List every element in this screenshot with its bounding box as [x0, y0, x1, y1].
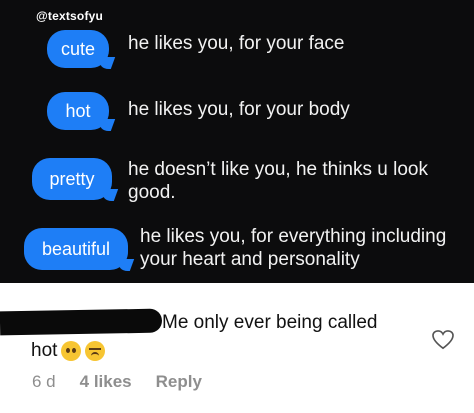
row-text-hot: he likes you, for your body: [128, 99, 350, 120]
bubble-hot: hot: [47, 92, 109, 130]
row-text-cute: he likes you, for your face: [128, 33, 345, 54]
bubble-cute: cute: [47, 30, 109, 68]
comment-timestamp: 6 d: [32, 372, 56, 391]
screenshot-root: @textsofyu cute he likes you, for your f…: [0, 0, 474, 413]
comment-text-line-1: Me only ever being called: [162, 312, 378, 333]
row-text-beautiful: he likes you, for everything including y…: [140, 226, 447, 270]
like-heart-icon[interactable]: [432, 330, 454, 350]
redacted-username: [0, 308, 163, 336]
divider: [0, 283, 474, 293]
crying-face-icon: [61, 341, 82, 361]
comment-text-line-2: hot: [31, 340, 106, 362]
bubble-pretty: pretty: [32, 158, 112, 200]
comment-meta: 6 d 4 likes Reply: [32, 372, 202, 392]
confounded-face-icon: [85, 341, 106, 361]
bubble-beautiful: beautiful: [24, 228, 128, 270]
comment-hot-text: hot: [31, 340, 58, 361]
watermark: @textsofyu: [36, 9, 104, 23]
comment-likes[interactable]: 4 likes: [80, 372, 132, 392]
text-meme-panel: @textsofyu cute he likes you, for your f…: [0, 0, 474, 283]
reply-button[interactable]: Reply: [156, 372, 202, 392]
row-text-pretty: he doesn’t like you, he thinks u look go…: [128, 159, 428, 203]
